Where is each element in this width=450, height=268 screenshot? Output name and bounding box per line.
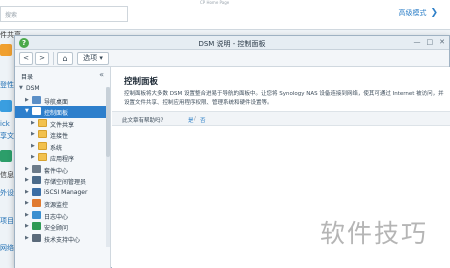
background-label-info: 信息 xyxy=(0,171,14,179)
minimize-icon[interactable]: — xyxy=(414,38,421,46)
chevron-right-icon[interactable]: ▶ xyxy=(25,177,29,183)
background-top-caption: CP Home Page xyxy=(200,0,230,5)
toolbar-divider xyxy=(53,52,54,65)
close-icon[interactable]: ✕ xyxy=(439,38,445,46)
background-app-icon xyxy=(0,100,12,112)
chevron-right-icon[interactable]: ▶ xyxy=(31,120,35,126)
tree-item-package-center[interactable]: ▶ 套件中心 xyxy=(15,164,107,176)
tree-item-storage-manager[interactable]: ▶ 存储空间管理员 xyxy=(15,175,107,187)
tree-item-iscsi-manager[interactable]: ▶ iSCSI Manager xyxy=(15,187,107,199)
support-icon xyxy=(32,233,41,242)
feedback-separator: / xyxy=(194,116,196,122)
background-app-icon xyxy=(0,150,12,162)
background-label-peripherals: 外设 xyxy=(0,189,14,197)
background-search-input[interactable]: 搜索 xyxy=(0,6,128,22)
package-icon xyxy=(32,164,41,173)
tree-item-label: 存储空间管理员 xyxy=(44,179,87,186)
tree-item-file-sharing[interactable]: ▶ 文件共享 xyxy=(15,118,107,130)
background-topbar: CP Home Page 搜索 高级模式 ❯ xyxy=(0,0,450,30)
watermark-text: 软件技巧 xyxy=(320,219,429,248)
sidebar-scrollbar[interactable] xyxy=(106,87,110,247)
tree-item-control-panel[interactable]: ▼ 控制面板 xyxy=(15,106,107,118)
background-label-network: 网络 xyxy=(0,244,14,252)
tree-item-desktop[interactable]: ▶ 导航桌面 xyxy=(15,95,107,107)
page-title: 控制面板 xyxy=(124,77,159,87)
sidebar-scrollbar-thumb[interactable] xyxy=(106,87,110,157)
toc-header: 目录 xyxy=(21,74,34,81)
chevron-right-icon[interactable]: ▶ xyxy=(25,189,29,195)
tree-item-label: 资源监控 xyxy=(44,202,69,209)
window-controls: — □ ✕ xyxy=(408,38,446,46)
folder-icon xyxy=(38,141,47,150)
tree-item-log-center[interactable]: ▶ 日志中心 xyxy=(15,210,107,222)
folder-icon xyxy=(38,118,47,127)
tree-item-label: iSCSI Manager xyxy=(44,188,88,196)
tree-item-support-center[interactable]: ▶ 技术支持中心 xyxy=(15,233,107,245)
chevron-right-icon[interactable]: ▶ xyxy=(31,131,35,137)
help-toolbar: < > ⌂ 选项 ▾ xyxy=(15,50,449,67)
tree-item-label: DSM xyxy=(26,85,40,92)
toc-tree: ▼ DSM ▶ 导航桌面 ▼ 控制面板 ▶ 文件共享 ▶ 连接性 ▶ 系统 ▶ … xyxy=(15,83,107,244)
tree-item-resource-monitor[interactable]: ▶ 资源监控 xyxy=(15,198,107,210)
chevron-right-icon[interactable]: ▶ xyxy=(31,143,35,149)
chevron-right-icon: ❯ xyxy=(430,8,438,18)
window-titlebar[interactable]: ? DSM 说明 - 控制面板 — □ ✕ xyxy=(15,36,449,50)
chevron-right-icon[interactable]: ▶ xyxy=(25,212,29,218)
feedback-question: 此文章有帮助吗？ xyxy=(122,118,167,124)
tree-item-label: 系统 xyxy=(50,144,63,152)
feedback-no-link[interactable]: 否 xyxy=(200,116,206,124)
collapse-sidebar-icon[interactable]: « xyxy=(99,70,104,79)
tree-item-label: 应用程序 xyxy=(50,156,75,163)
tree-item-label: 技术支持中心 xyxy=(44,236,81,244)
iscsi-icon xyxy=(32,187,41,196)
chevron-right-icon[interactable]: ▶ xyxy=(25,166,29,172)
chevron-right-icon[interactable]: ▶ xyxy=(25,235,29,241)
chevron-right-icon[interactable]: ▶ xyxy=(31,154,35,160)
feedback-yes-link[interactable]: 是 xyxy=(188,116,194,124)
chevron-right-icon[interactable]: ▶ xyxy=(25,200,29,206)
tree-item-dsm[interactable]: ▼ DSM xyxy=(15,83,107,95)
folder-icon xyxy=(38,153,47,161)
desktop-icon xyxy=(32,95,41,104)
home-button[interactable]: ⌂ xyxy=(57,52,73,65)
advanced-mode-label: 高级模式 xyxy=(398,9,427,17)
tree-item-applications[interactable]: ▶ 应用程序 xyxy=(15,152,107,164)
monitor-icon xyxy=(32,199,41,207)
tree-item-label: 连接性 xyxy=(50,133,69,140)
tree-item-system[interactable]: ▶ 系统 xyxy=(15,141,107,153)
advanced-mode-link[interactable]: 高级模式 ❯ xyxy=(398,8,438,18)
chevron-right-icon[interactable]: ▶ xyxy=(25,97,29,103)
toc-sidebar: 目录 « ▼ DSM ▶ 导航桌面 ▼ 控制面板 ▶ 文件共享 ▶ 连接性 ▶ … xyxy=(15,67,111,268)
tree-item-label: 导航桌面 xyxy=(44,98,69,106)
feedback-bar: 此文章有帮助吗？ 是 / 否 xyxy=(112,112,450,126)
chevron-down-icon[interactable]: ▼ xyxy=(19,85,23,91)
tree-item-label: 文件共享 xyxy=(50,121,75,129)
chevron-down-icon[interactable]: ▼ xyxy=(25,108,29,114)
tree-item-label: 日志中心 xyxy=(44,213,69,221)
tree-item-label: 套件中心 xyxy=(44,167,69,175)
chevron-right-icon[interactable]: ▶ xyxy=(25,223,29,229)
background-label-quickconnect: ick xyxy=(0,120,10,128)
forward-button[interactable]: > xyxy=(35,52,49,65)
log-icon xyxy=(32,210,41,219)
background-label-items: 项目 xyxy=(0,217,14,225)
tree-item-connectivity[interactable]: ▶ 连接性 xyxy=(15,129,107,141)
options-dropdown[interactable]: 选项 ▾ xyxy=(77,52,109,65)
page-description: 控制面板将大多数 DSM 设置整合进易于导航的面板中。让您将 Synology … xyxy=(124,91,444,106)
control-panel-icon xyxy=(32,107,41,115)
tree-item-security-advisor[interactable]: ▶ 安全顾问 xyxy=(15,221,107,233)
storage-icon xyxy=(32,176,41,184)
security-icon xyxy=(32,222,41,230)
background-app-icon xyxy=(0,44,12,56)
folder-icon xyxy=(38,130,47,138)
background-label-connectivity: 登性 xyxy=(0,81,14,89)
tree-item-label: 安全顾问 xyxy=(44,225,69,232)
tree-item-label: 控制面板 xyxy=(44,110,69,117)
back-button[interactable]: < xyxy=(19,52,33,65)
maximize-icon[interactable]: □ xyxy=(427,38,434,46)
window-title: DSM 说明 - 控制面板 xyxy=(198,40,266,48)
